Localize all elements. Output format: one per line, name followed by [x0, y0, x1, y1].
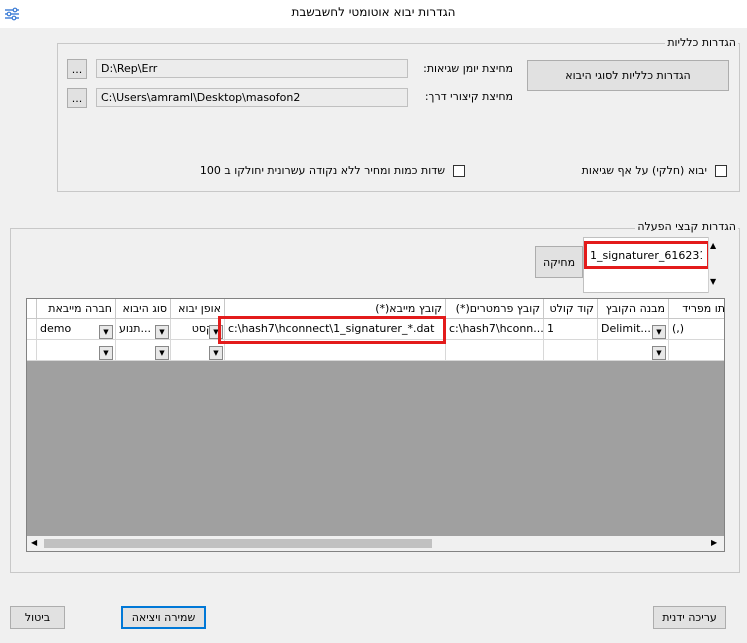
cancel-button[interactable]: ביטול [10, 606, 65, 629]
col-receiver-code[interactable]: קוד קולט [544, 299, 598, 319]
grid-horizontal-scrollbar[interactable]: ◀ ▶ [27, 536, 724, 551]
cell-receiver-code[interactable] [544, 340, 598, 361]
shortcut-label: מחיצת קיצורי דרך: [424, 90, 513, 103]
cell-params-file[interactable] [446, 340, 544, 361]
col-delimiter[interactable]: תו מפריד [669, 299, 724, 319]
delete-button[interactable]: מחיקה [535, 246, 583, 278]
selected-file-item[interactable]: 1_signaturer_6162318 [590, 249, 702, 262]
grid-corner [27, 299, 37, 319]
col-file-structure[interactable]: מבנה הקובץ [598, 299, 669, 319]
row-selector[interactable] [27, 340, 37, 361]
qty-price-checkbox[interactable] [453, 165, 465, 177]
scroll-left-icon[interactable]: ◀ [31, 538, 37, 547]
import-types-settings-button[interactable]: הגדרות כלליות לסוגי היבוא [527, 60, 729, 91]
manual-edit-button[interactable]: עריכה ידנית [653, 606, 726, 629]
window-title: הגדרות יבוא אוטומטי לחשבשבת [291, 5, 456, 19]
scroll-down-icon[interactable]: ▼ [710, 277, 716, 286]
save-and-exit-button[interactable]: שמירה ויציאה [121, 606, 206, 629]
file-structure-dropdown-icon[interactable]: ▼ [652, 346, 666, 360]
import-type-dropdown-icon[interactable]: ▼ [155, 325, 169, 339]
cell-delimiter[interactable] [669, 340, 724, 361]
general-settings-legend: הגדרות כלליות [665, 36, 738, 49]
cell-params-file[interactable]: c:\hash7\hconn... [446, 319, 544, 340]
import-method-dropdown-icon[interactable]: ▼ [209, 346, 223, 360]
scroll-thumb[interactable] [44, 539, 432, 548]
error-log-label: מחיצת יומן שגיאות: [423, 62, 513, 75]
col-params-file[interactable]: קובץ פרמטרים(*) [446, 299, 544, 319]
importer-file-highlight [218, 316, 446, 344]
error-log-browse-button[interactable]: ... [67, 59, 87, 79]
shortcut-path-field[interactable]: C:\Users\amraml\Desktop\masofon2 [96, 88, 408, 107]
col-import-method[interactable]: אופן יבוא [171, 299, 225, 319]
row-selector[interactable] [27, 319, 37, 340]
partial-import-checkbox[interactable] [715, 165, 727, 177]
file-structure-dropdown-icon[interactable]: ▼ [652, 325, 666, 339]
scroll-right-icon[interactable]: ▶ [711, 538, 717, 547]
qty-price-label: שדות כמות ומחיר ללא נקודה עשרונית יחולקו… [199, 164, 445, 177]
import-type-dropdown-icon[interactable]: ▼ [155, 346, 169, 360]
company-dropdown-icon[interactable]: ▼ [99, 346, 113, 360]
col-import-type[interactable]: סוג היבוא [116, 299, 171, 319]
cell-delimiter[interactable]: (,) [669, 319, 724, 340]
partial-import-label: יבוא (חלקי) על אף שגיאות [581, 164, 707, 177]
company-dropdown-icon[interactable]: ▼ [99, 325, 113, 339]
shortcut-browse-button[interactable]: ... [67, 88, 87, 108]
col-importing-company[interactable]: חברה מייבאת [37, 299, 116, 319]
error-log-path-field[interactable]: D:\Rep\Err [96, 59, 408, 78]
scroll-up-icon[interactable]: ▲ [710, 241, 716, 250]
cell-receiver-code[interactable]: 1 [544, 319, 598, 340]
files-settings-legend: הגדרות קבצי הפעלה [635, 220, 738, 233]
